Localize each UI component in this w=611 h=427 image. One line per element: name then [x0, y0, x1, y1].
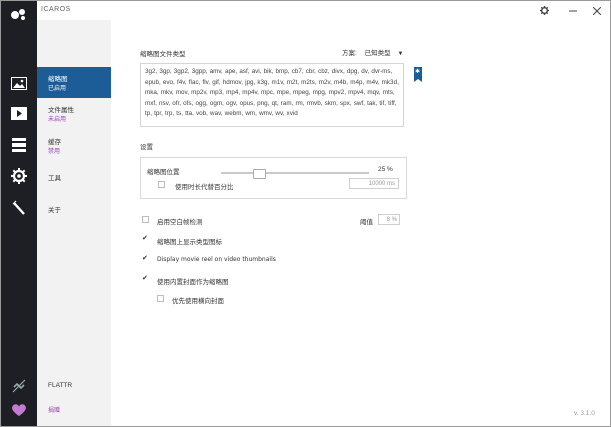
prefer-landscape-label: 优先使用横向封面 — [172, 298, 224, 305]
scheme-value[interactable]: 已知类型 — [365, 50, 391, 57]
no-link-icon[interactable] — [9, 376, 29, 396]
heart-icon[interactable] — [9, 400, 29, 420]
filetypes-textbox[interactable]: 3g2, 3gp, 3gp2, 3gpp, amv, ape, asf, avi… — [140, 63, 404, 127]
threshold-label: 阈值 — [360, 219, 373, 226]
sidebar-item-status: 已启用 — [48, 86, 67, 92]
prefer-landscape-checkbox[interactable] — [157, 295, 164, 302]
position-label: 缩略图位置 — [147, 169, 180, 176]
sidebar-item-about[interactable]: 关于 — [37, 198, 111, 220]
title-bar: ICAROS — [37, 1, 610, 20]
close-icon[interactable] — [586, 1, 608, 20]
pen-icon[interactable] — [9, 198, 29, 218]
sidebar-item-thumbnails[interactable]: 缩略图 已启用 — [37, 67, 111, 98]
flattr-link[interactable]: FLATTR — [48, 382, 72, 389]
main-content: 缩略图文件类型 方案: 已知类型 ▼ 3g2, 3gp, 3gp2, 3gpp,… — [111, 20, 610, 426]
video-play-icon[interactable] — [9, 103, 29, 123]
blank-detect-label: 启用空白帧检测 — [157, 219, 203, 226]
threshold-field[interactable]: 8 % — [378, 214, 400, 225]
image-icon[interactable] — [9, 73, 29, 93]
sidebar-item-label: 缩略图 — [48, 76, 68, 83]
embedded-cover-checkbox[interactable] — [142, 274, 149, 283]
filetypes-label: 缩略图文件类型 — [140, 51, 186, 58]
sidebar-item-status: 禁用 — [48, 149, 61, 155]
sidebar-item-label: 文件属性 — [48, 107, 74, 114]
show-icon-label: 缩略图上显示类型图标 — [157, 239, 222, 246]
movie-reel-label: Display movie reel on video thumbnails — [157, 256, 276, 263]
sidebar-item-label: 工具 — [48, 175, 61, 182]
sidebar-item-label: 关于 — [48, 207, 61, 214]
version-label: v. 3.1.0 — [574, 410, 595, 417]
sidebar: 缩略图 已启用 文件属性 未启用 缓存 禁用 工具 关于 FLATTR 捐赠 — [37, 20, 111, 426]
donate-link[interactable]: 捐赠 — [48, 405, 60, 414]
scheme-selector[interactable]: 方案: 已知类型 ▼ — [342, 47, 403, 57]
chevron-down-icon[interactable]: ▼ — [397, 51, 403, 57]
settings-title: 设置 — [140, 144, 153, 151]
movie-reel-checkbox[interactable] — [142, 254, 149, 263]
sidebar-item-status: 未启用 — [48, 117, 67, 123]
show-icon-checkbox[interactable] — [142, 234, 149, 243]
blank-detect-checkbox[interactable] — [142, 216, 149, 223]
settings-gear-icon[interactable] — [533, 1, 555, 20]
use-duration-checkbox[interactable] — [158, 181, 165, 188]
slider-handle[interactable] — [253, 169, 266, 179]
embedded-cover-label: 使用内置封面作为缩略图 — [157, 279, 229, 286]
icon-rail — [1, 1, 37, 426]
app-window: ICAROS 缩略图 已启用 文件属性 未启用 缓存 禁用 工具 关于 FLAT… — [0, 0, 611, 427]
position-percent: 25 % — [378, 166, 393, 173]
app-title: ICAROS — [41, 6, 71, 13]
gear-icon[interactable] — [9, 166, 29, 186]
app-logo-icon — [9, 5, 29, 25]
position-group: 缩略图位置 25 % 使用时长代替百分比 10000 ms — [140, 157, 407, 199]
bookmark-icon[interactable]: ✱ — [414, 67, 422, 82]
sidebar-item-cache[interactable]: 缓存 禁用 — [37, 130, 111, 160]
minimize-icon[interactable] — [562, 1, 584, 20]
scheme-label: 方案: — [342, 50, 357, 57]
sidebar-item-label: 缓存 — [48, 139, 61, 146]
sidebar-item-tools[interactable]: 工具 — [37, 166, 111, 188]
sidebar-item-properties[interactable]: 文件属性 未启用 — [37, 98, 111, 128]
position-slider[interactable] — [221, 169, 369, 179]
stack-icon[interactable] — [9, 135, 29, 155]
use-duration-label: 使用时长代替百分比 — [175, 184, 234, 191]
duration-ms-field[interactable]: 10000 ms — [349, 178, 399, 189]
